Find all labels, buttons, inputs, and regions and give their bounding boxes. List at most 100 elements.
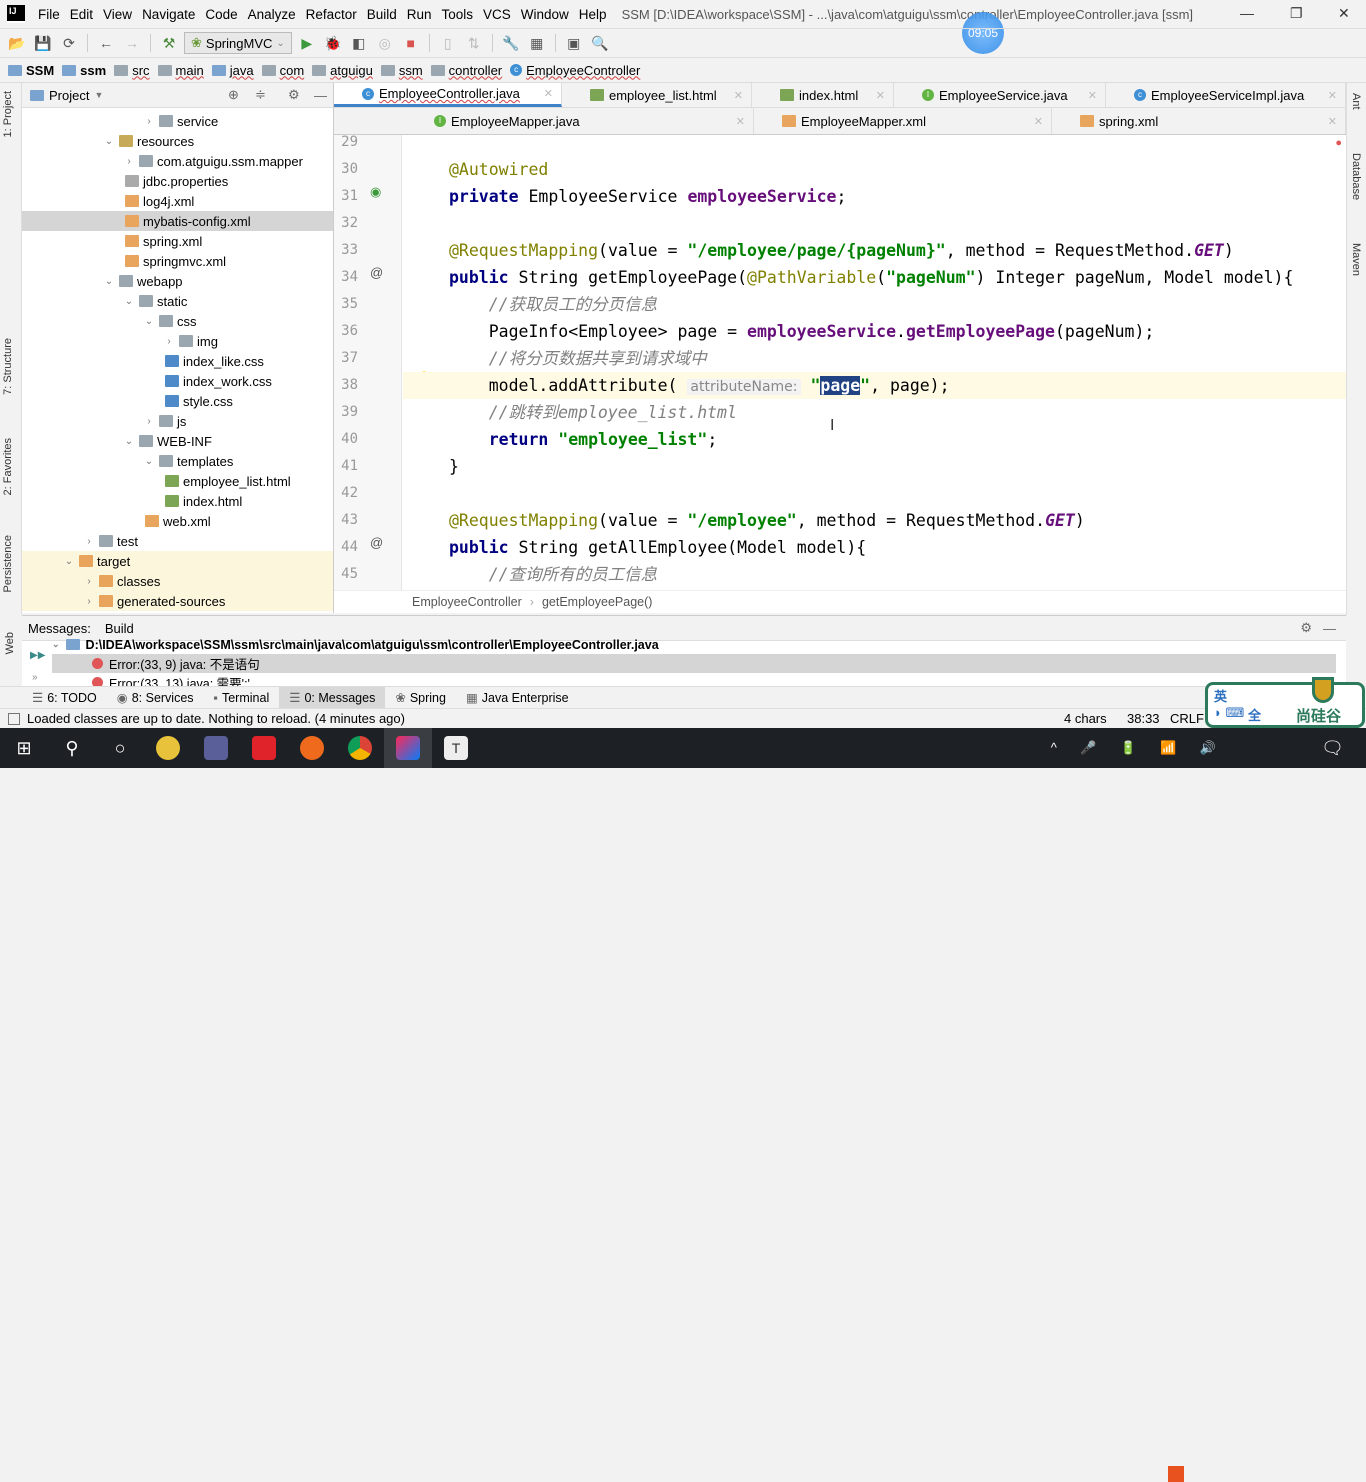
stop-icon[interactable]: ■ xyxy=(400,32,422,54)
editor-tab[interactable]: c EmployeeServiceImpl.java ✕ xyxy=(1106,83,1346,107)
tree-node[interactable]: springmvc.xml xyxy=(22,251,333,271)
build-hammer-icon[interactable]: ⚒ xyxy=(158,32,180,54)
save-icon[interactable]: 💾 xyxy=(32,32,54,54)
breadcrumb-item[interactable]: atguigu xyxy=(312,63,381,78)
ime-widget[interactable]: 英 ◗ ⌨ 全 尚硅谷 xyxy=(1205,677,1365,728)
expand-arrow-icon[interactable]: ⌄ xyxy=(123,436,135,447)
code-line[interactable]: private EmployeeService employeeService; xyxy=(449,183,846,210)
close-tab-icon[interactable]: ✕ xyxy=(544,87,553,100)
code-line[interactable]: @Autowired xyxy=(449,156,548,183)
request-mapping-icon[interactable]: @ xyxy=(370,265,383,280)
expand-arrow-icon[interactable]: ⌄ xyxy=(103,136,115,147)
ime-language[interactable]: 英 xyxy=(1214,686,1227,705)
caret-position[interactable]: 38:33 xyxy=(1127,711,1160,726)
code-line[interactable]: @RequestMapping(value = "/employee", met… xyxy=(449,507,1085,534)
tree-node[interactable]: spring.xml xyxy=(22,231,333,251)
code-line[interactable]: @RequestMapping(value = "/employee/page/… xyxy=(449,237,1234,264)
breadcrumb-item[interactable]: controller xyxy=(430,63,510,78)
menu-analyze[interactable]: Analyze xyxy=(243,7,301,22)
expand-arrow-icon[interactable]: ⌄ xyxy=(143,456,155,467)
back-icon[interactable]: ← xyxy=(95,32,117,54)
tree-node[interactable]: › img xyxy=(22,331,333,351)
expand-arrow-icon[interactable]: › xyxy=(143,416,155,427)
menu-refactor[interactable]: Refactor xyxy=(301,7,362,22)
menu-edit[interactable]: Edit xyxy=(65,7,98,22)
expand-arrow-icon[interactable]: › xyxy=(143,116,155,127)
tree-node[interactable]: › generated-sources xyxy=(22,591,333,611)
close-tab-icon[interactable]: ✕ xyxy=(1328,89,1337,102)
tree-node[interactable]: ⌄ css xyxy=(22,311,333,331)
tree-node[interactable]: jdbc.properties xyxy=(22,171,333,191)
code-line[interactable]: return "employee_list"; xyxy=(449,426,718,453)
run-config-select[interactable]: ❀ SpringMVC ⌄ xyxy=(184,32,292,54)
project-view-select[interactable]: Project xyxy=(49,88,89,103)
tool-tab-web[interactable]: Web xyxy=(4,632,16,654)
tool-tab-project[interactable]: 1: Project xyxy=(2,91,14,137)
search-icon[interactable]: 🔍 xyxy=(589,32,611,54)
open-icon[interactable]: 📂 xyxy=(6,32,28,54)
forward-icon[interactable]: → xyxy=(121,32,143,54)
tree-node[interactable]: › js xyxy=(22,411,333,431)
expand-arrow-icon[interactable]: ⌄ xyxy=(143,316,155,327)
breadcrumb-item[interactable]: c EmployeeController xyxy=(510,63,648,78)
code-line[interactable]: public String getAllEmployee(Model model… xyxy=(449,534,866,561)
crumb-class[interactable]: EmployeeController xyxy=(412,595,522,609)
menu-navigate[interactable]: Navigate xyxy=(137,7,200,22)
editor-tab[interactable]: I EmployeeService.java ✕ xyxy=(894,83,1106,107)
tree-node[interactable]: › service xyxy=(22,111,333,131)
gear-icon[interactable]: ⚙ xyxy=(288,87,300,103)
line-separator[interactable]: CRLF xyxy=(1170,711,1204,726)
tree-node[interactable]: web.xml xyxy=(22,511,333,531)
presentation-icon[interactable]: ▣ xyxy=(563,32,585,54)
editor-tab[interactable]: I EmployeeMapper.java ✕ xyxy=(406,108,754,134)
expand-arrow-icon[interactable]: › xyxy=(83,576,95,587)
coverage-icon[interactable]: ◧ xyxy=(348,32,370,54)
tree-node[interactable]: › test xyxy=(22,531,333,551)
expand-arrow-icon[interactable]: › xyxy=(163,336,175,347)
breadcrumb-item[interactable]: java xyxy=(211,63,262,78)
tool-tab-maven[interactable]: Maven xyxy=(1350,243,1362,276)
error-indicator-icon[interactable]: ● xyxy=(1335,137,1342,149)
minimize-button[interactable]: — xyxy=(1240,5,1254,21)
system-tray-icons[interactable]: ^ 🎤 🔋 📶 🔊 xyxy=(1051,740,1226,756)
tool-tab[interactable]: ▪ Terminal xyxy=(204,687,280,709)
close-button[interactable]: ✕ xyxy=(1338,5,1350,22)
code-line[interactable]: //将分页数据共享到请求域中 xyxy=(449,345,707,372)
chrome-icon[interactable] xyxy=(336,728,384,768)
editor-tab[interactable]: EmployeeMapper.xml ✕ xyxy=(754,108,1052,134)
more-icon[interactable]: » xyxy=(32,672,38,683)
sync-icon[interactable]: ⟳ xyxy=(58,32,80,54)
tool-tab-persistence[interactable]: Persistence xyxy=(2,535,14,592)
breadcrumb-item[interactable]: src xyxy=(114,63,157,78)
tree-node[interactable]: mybatis-config.xml xyxy=(22,211,333,231)
implemented-method-icon[interactable]: ◉ xyxy=(370,184,381,200)
menu-help[interactable]: Help xyxy=(574,7,612,22)
run-icon[interactable]: ▶ xyxy=(296,32,318,54)
code-editor[interactable]: 2930313233343536373839404142434445◉@@💡 @… xyxy=(334,135,1346,590)
profile-icon[interactable]: ◎ xyxy=(374,32,396,54)
tool-tab[interactable]: ◉ 8: Services xyxy=(107,687,204,709)
error-file-row[interactable]: ⌄ D:\IDEA\workspace\SSM\ssm\src\main\java… xyxy=(52,635,1336,654)
code-line[interactable]: public String getEmployeePage(@PathVaria… xyxy=(449,264,1293,291)
close-tab-icon[interactable]: ✕ xyxy=(1088,89,1097,102)
typora-icon[interactable]: T xyxy=(432,728,480,768)
request-mapping-icon[interactable]: @ xyxy=(370,535,383,550)
firefox-icon[interactable] xyxy=(288,728,336,768)
breadcrumb-item[interactable]: SSM xyxy=(8,63,62,78)
crumb-method[interactable]: getEmployeePage() xyxy=(542,595,652,609)
tool-tab-structure[interactable]: 7: Structure xyxy=(2,338,14,395)
tree-node[interactable]: ⌄ static xyxy=(22,291,333,311)
tree-node[interactable]: index_work.css xyxy=(22,371,333,391)
menu-run[interactable]: Run xyxy=(402,7,437,22)
close-tab-icon[interactable]: ✕ xyxy=(876,89,885,102)
menu-window[interactable]: Window xyxy=(516,7,574,22)
gear-icon[interactable]: ⚙ xyxy=(1300,620,1312,636)
expand-arrow-icon[interactable]: › xyxy=(83,596,95,607)
tree-node[interactable]: employee_list.html xyxy=(22,471,333,491)
menu-vcs[interactable]: VCS xyxy=(478,7,516,22)
tree-node[interactable]: ⌄ webapp xyxy=(22,271,333,291)
menu-build[interactable]: Build xyxy=(362,7,402,22)
device-icon[interactable]: ▯ xyxy=(437,32,459,54)
expand-arrow-icon[interactable]: › xyxy=(123,156,135,167)
code-line[interactable]: model.addAttribute( attributeName: "page… xyxy=(403,372,1346,399)
